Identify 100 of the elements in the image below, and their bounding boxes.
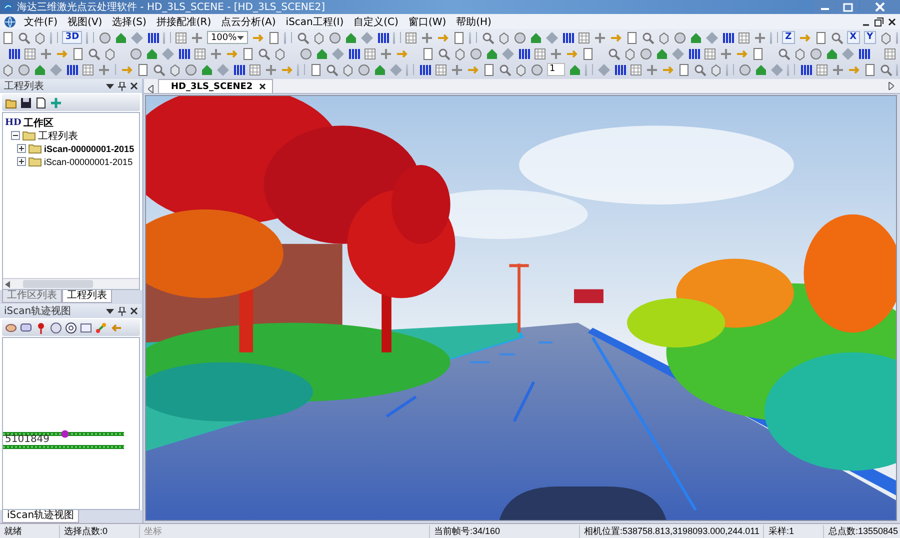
- circle-icon[interactable]: [356, 62, 370, 76]
- document-icon[interactable]: [136, 62, 150, 76]
- target-icon[interactable]: [65, 322, 77, 334]
- diamond-icon[interactable]: [770, 62, 784, 76]
- close-icon[interactable]: [258, 83, 266, 90]
- magnifier-icon[interactable]: [296, 30, 310, 44]
- cross-icon[interactable]: [190, 30, 204, 44]
- diamond-icon[interactable]: [388, 62, 402, 76]
- close-icon[interactable]: [130, 307, 138, 315]
- toolbar-overflow-handle[interactable]: [770, 32, 772, 44]
- circle-icon[interactable]: [469, 46, 483, 60]
- grid-icon[interactable]: [533, 46, 547, 60]
- circle-icon[interactable]: [328, 30, 342, 44]
- circle-icon[interactable]: [98, 30, 112, 44]
- route-icon[interactable]: [95, 322, 107, 334]
- zoom-dropdown[interactable]: 100%: [206, 31, 248, 44]
- expand-icon[interactable]: [17, 144, 26, 153]
- bars-icon[interactable]: [517, 46, 531, 60]
- house-icon[interactable]: [655, 46, 669, 60]
- magnifier-icon[interactable]: [878, 62, 892, 76]
- document-icon[interactable]: [71, 46, 85, 60]
- magnifier-icon[interactable]: [437, 46, 451, 60]
- document-icon[interactable]: [308, 62, 322, 76]
- toolbar-overflow-handle[interactable]: [86, 32, 88, 44]
- toolbar-overflow-handle[interactable]: [469, 32, 472, 44]
- open-folder-icon[interactable]: [5, 96, 17, 108]
- toolbar-overflow-handle[interactable]: [162, 32, 165, 44]
- panel-tab[interactable]: 工程列表: [62, 290, 112, 303]
- expand-icon[interactable]: [17, 157, 26, 166]
- document-icon[interactable]: [267, 30, 282, 44]
- circle-icon[interactable]: [809, 46, 823, 60]
- toolbar-overflow-handle[interactable]: [896, 64, 898, 76]
- tree-item[interactable]: iScan-00000001-2015: [44, 144, 134, 154]
- grid-icon[interactable]: [576, 30, 591, 44]
- document-icon[interactable]: [581, 46, 595, 60]
- circle-icon[interactable]: [512, 30, 527, 44]
- grid-icon[interactable]: [434, 62, 448, 76]
- cross-icon[interactable]: [97, 62, 111, 76]
- document-icon[interactable]: [676, 62, 690, 76]
- cross-icon[interactable]: [450, 62, 464, 76]
- toolbar-button[interactable]: Y: [864, 31, 876, 44]
- magnifier-icon[interactable]: [87, 46, 101, 60]
- document-tab[interactable]: HD_3LS_SCENE2: [158, 79, 273, 93]
- dropdown-caret-icon[interactable]: [106, 307, 114, 315]
- magnifier-icon[interactable]: [692, 62, 706, 76]
- pin-icon[interactable]: [118, 306, 126, 316]
- magnifier-icon[interactable]: [152, 62, 166, 76]
- bars-icon[interactable]: [232, 62, 246, 76]
- circle-icon[interactable]: [530, 62, 544, 76]
- house-icon[interactable]: [754, 62, 768, 76]
- grid-icon[interactable]: [363, 46, 377, 60]
- menu-item[interactable]: 文件(F): [19, 14, 63, 28]
- menu-item[interactable]: 自定义(C): [348, 14, 404, 28]
- document-icon[interactable]: [241, 46, 255, 60]
- close-button[interactable]: [860, 0, 900, 14]
- circle-icon[interactable]: [299, 46, 313, 60]
- menu-item[interactable]: 点云分析(A): [216, 14, 281, 28]
- house-icon[interactable]: [485, 46, 499, 60]
- toolbar-overflow-handle[interactable]: [284, 32, 286, 44]
- mdi-close-icon[interactable]: [887, 16, 897, 26]
- back-arrow-icon[interactable]: [110, 322, 122, 334]
- bars-icon[interactable]: [376, 30, 390, 44]
- toolbar-overflow-handle[interactable]: [896, 32, 898, 44]
- toolbar-button[interactable]: Z: [782, 31, 795, 44]
- close-icon[interactable]: [130, 82, 138, 90]
- circle-icon[interactable]: [184, 62, 198, 76]
- toolbar-overflow-handle[interactable]: [392, 32, 395, 44]
- document-icon[interactable]: [624, 30, 639, 44]
- toolbar-overflow-handle[interactable]: [786, 64, 789, 76]
- circle-icon[interactable]: [639, 46, 653, 60]
- grid-icon[interactable]: [628, 62, 642, 76]
- cross-icon[interactable]: [752, 30, 767, 44]
- tree-item[interactable]: iScan-00000001-2015: [44, 156, 133, 166]
- magnifier-icon[interactable]: [324, 62, 338, 76]
- circle-icon[interactable]: [672, 30, 687, 44]
- toolbar-button[interactable]: 3D: [62, 31, 82, 44]
- menu-item[interactable]: 帮助(H): [451, 14, 496, 28]
- grid-icon[interactable]: [883, 46, 897, 60]
- toolbar-overflow-handle[interactable]: [406, 64, 408, 76]
- document-icon[interactable]: [482, 62, 496, 76]
- magnifier-icon[interactable]: [830, 30, 844, 44]
- grid-icon[interactable]: [193, 46, 207, 60]
- bars-icon[interactable]: [177, 46, 191, 60]
- cross-icon[interactable]: [420, 30, 434, 44]
- new-document-icon[interactable]: [35, 96, 47, 108]
- menu-item[interactable]: 选择(S): [107, 14, 152, 28]
- tree-item[interactable]: 工作区: [23, 116, 54, 130]
- house-icon[interactable]: [200, 62, 214, 76]
- toolbar-button[interactable]: X: [846, 31, 860, 44]
- magnifier-icon[interactable]: [17, 30, 31, 44]
- menu-item[interactable]: 窗口(W): [403, 14, 452, 28]
- document-icon[interactable]: [1, 30, 15, 44]
- grid-icon[interactable]: [814, 62, 828, 76]
- bars-icon[interactable]: [798, 62, 812, 76]
- collapse-icon[interactable]: [11, 131, 20, 140]
- panel-tab[interactable]: 工作区列表: [2, 290, 62, 303]
- magnifier-icon[interactable]: [777, 46, 791, 60]
- menu-item[interactable]: 拼接配准(R): [151, 14, 216, 28]
- magnifier-icon[interactable]: [640, 30, 655, 44]
- cross-icon[interactable]: [209, 46, 223, 60]
